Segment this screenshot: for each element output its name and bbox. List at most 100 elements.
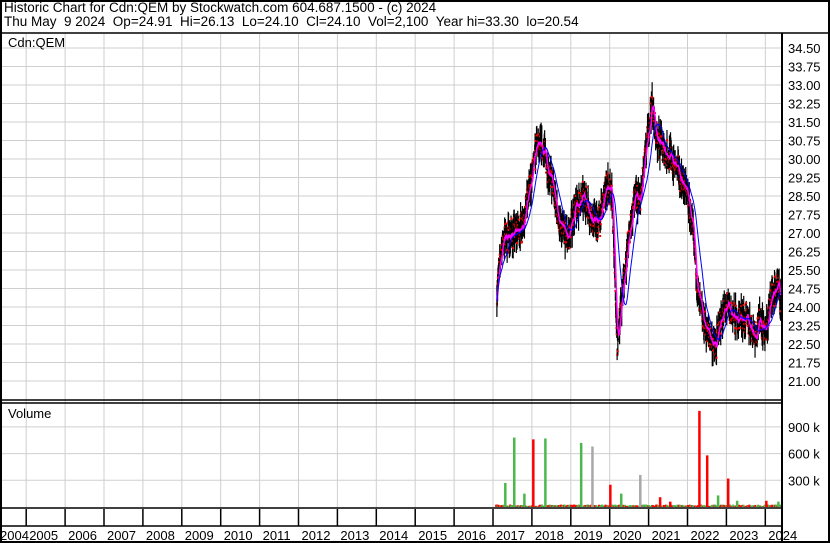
volume-bar	[523, 493, 526, 507]
year-label: 2014	[379, 528, 408, 543]
volume-bar	[765, 500, 768, 507]
price-tick-label: 22.50	[788, 337, 821, 352]
volume-bar	[658, 497, 662, 507]
price-close-dot	[534, 168, 537, 171]
price-panel-label: Cdn:QEM	[8, 35, 65, 50]
price-close-dot	[773, 304, 776, 307]
price-tick-label: 28.50	[788, 189, 821, 204]
volume-bar	[532, 439, 535, 507]
price-close-dot	[719, 332, 722, 335]
volume-bar	[639, 474, 642, 507]
year-label: 2008	[146, 528, 175, 543]
price-close-dot	[704, 310, 707, 313]
price-tick-label: 27.00	[788, 226, 821, 241]
year-label: 2020	[613, 528, 642, 543]
volume-bar	[609, 484, 612, 507]
year-label: 2017	[496, 528, 525, 543]
price-close-dot	[745, 302, 748, 305]
price-close-dot	[608, 203, 611, 206]
price-tick-label: 21.00	[788, 374, 821, 389]
price-close-dot	[599, 234, 602, 237]
price-close-dot	[510, 217, 513, 220]
price-tick-label: 31.50	[788, 115, 821, 130]
volume-bar	[735, 500, 739, 507]
year-label: 2011	[263, 528, 291, 543]
volume-bar	[705, 455, 709, 507]
chart-canvas: 34.50 33.75 33.00 32.25 31.50 30.75 30.00 29.25…	[0, 0, 830, 543]
year-label: 2023	[729, 528, 758, 543]
year-label: 2006	[68, 528, 97, 543]
price-tick-label: 24.75	[788, 282, 821, 297]
price-tick-label: 25.50	[788, 263, 821, 278]
price-close-dot	[616, 350, 619, 353]
volume-bar	[579, 442, 583, 507]
price-close-dot	[550, 186, 553, 189]
price-close-dot	[734, 327, 737, 330]
price-close-dot	[517, 218, 520, 221]
volume-bar	[513, 437, 516, 507]
volume-bar	[716, 495, 720, 507]
year-label: 2007	[107, 528, 136, 543]
price-close-dot	[597, 232, 600, 235]
price-tick-label: 29.25	[788, 171, 821, 186]
volume-bar	[726, 478, 730, 507]
year-label: 2019	[574, 528, 603, 543]
price-close-dot	[754, 321, 757, 324]
price-close-dot	[774, 275, 777, 278]
volume-tick-label: 900 k	[788, 420, 820, 435]
price-close-dot	[597, 226, 600, 229]
price-close-dot	[606, 172, 609, 175]
price-tick-label: 26.25	[788, 245, 821, 260]
price-tick-label: 27.75	[788, 208, 821, 223]
price-close-dot	[711, 349, 714, 352]
price-tick-label: 23.25	[788, 319, 821, 334]
price-tick-label: 32.25	[788, 97, 821, 112]
year-label: 2012	[302, 528, 331, 543]
year-label: 2005	[29, 528, 58, 543]
price-close-dot	[599, 223, 602, 226]
historic-chart: Historic Chart for Cdn:QEM by Stockwatch…	[0, 0, 830, 543]
price-close-dot	[512, 246, 515, 249]
volume-bar	[777, 501, 780, 507]
year-label: 2018	[535, 528, 564, 543]
price-close-dot	[738, 327, 741, 330]
year-label: 2015	[418, 528, 447, 543]
volume-bar	[504, 482, 507, 507]
price-close-dot	[668, 168, 671, 171]
price-tick-label: 30.00	[788, 152, 821, 167]
price-close-dot	[535, 134, 538, 137]
price-close-dot	[733, 302, 736, 305]
year-label: 2016	[457, 528, 486, 543]
volume-bar	[544, 438, 547, 507]
price-close-dot	[578, 192, 581, 195]
volume-bar	[668, 501, 672, 507]
volume-tick-label: 600 k	[788, 447, 820, 462]
price-tick-label: 33.75	[788, 60, 821, 75]
year-label: 2021	[652, 528, 681, 543]
price-tick-label: 30.75	[788, 134, 821, 149]
price-tick-label: 34.50	[788, 41, 821, 56]
volume-bar	[591, 446, 594, 507]
price-close-dot	[516, 242, 519, 245]
year-label: 2009	[185, 528, 214, 543]
volume-bar	[698, 410, 701, 507]
price-close-dot	[505, 222, 508, 225]
year-label: 2022	[691, 528, 720, 543]
price-close-dot	[715, 356, 718, 359]
price-close-dot	[585, 186, 588, 189]
price-tick-label: 24.00	[788, 300, 821, 315]
year-label: 2013	[340, 528, 369, 543]
year-label: 2010	[224, 528, 253, 543]
price-close-dot	[744, 322, 747, 325]
volume-panel-label: Volume	[8, 406, 51, 421]
price-close-dot	[520, 240, 523, 243]
volume-bar	[619, 493, 623, 507]
price-tick-label: 21.75	[788, 356, 821, 371]
price-close-dot	[649, 102, 652, 105]
price-close-dot	[750, 315, 753, 318]
price-close-dot	[665, 139, 668, 142]
price-tick-label: 33.00	[788, 78, 821, 93]
year-label: 2004	[0, 528, 29, 543]
price-close-dot	[742, 304, 745, 307]
price-close-dot	[734, 304, 737, 307]
